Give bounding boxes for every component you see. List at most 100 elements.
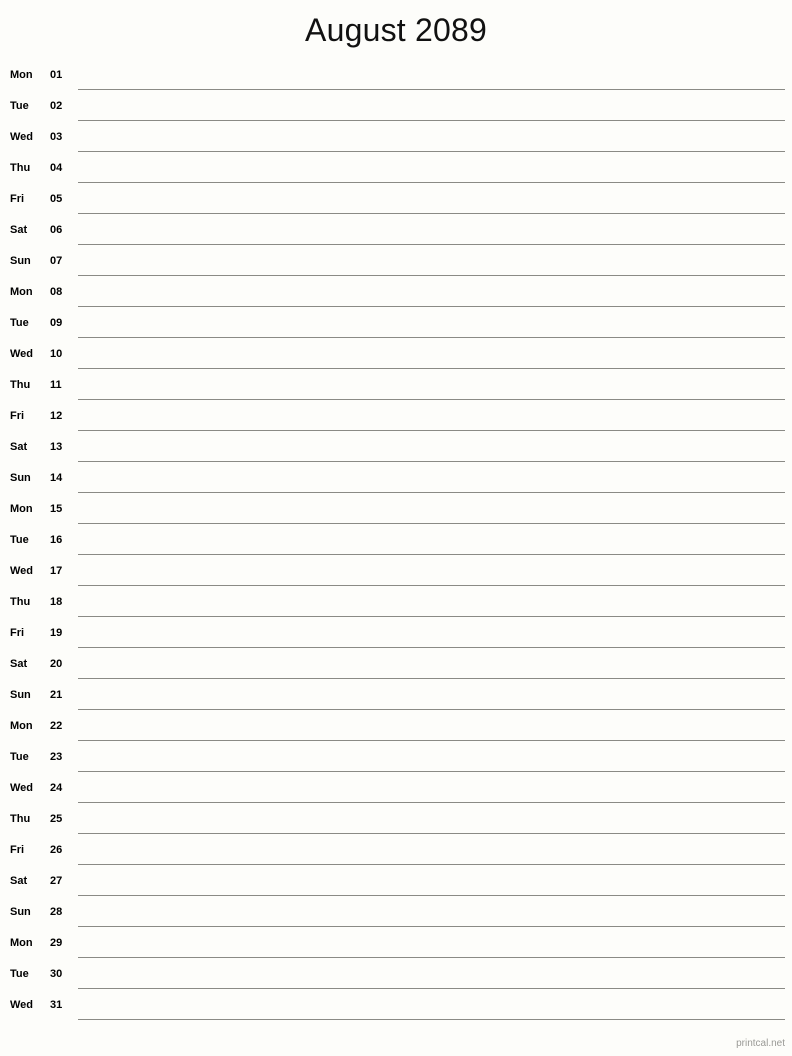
day-writing-line[interactable] (78, 1019, 785, 1020)
day-weekday-label: Wed (10, 348, 34, 360)
day-weekday-label: Mon (10, 937, 33, 949)
day-writing-line[interactable] (78, 802, 785, 803)
day-number-label: 09 (50, 317, 63, 329)
day-weekday-label: Sat (10, 224, 28, 236)
day-weekday-label: Sun (10, 255, 31, 267)
day-writing-line[interactable] (78, 616, 785, 617)
day-row: Thu 25 (0, 804, 792, 835)
day-row: Tue 23 (0, 742, 792, 773)
day-number-label: 31 (50, 999, 63, 1011)
day-writing-line[interactable] (78, 678, 785, 679)
day-weekday-label: Wed (10, 999, 34, 1011)
day-writing-line[interactable] (78, 89, 785, 90)
footer-credit: printcal.net (736, 1038, 785, 1049)
day-number-label: 13 (50, 441, 63, 453)
day-writing-line[interactable] (78, 151, 785, 152)
day-writing-line[interactable] (78, 926, 785, 927)
day-writing-line[interactable] (78, 864, 785, 865)
day-row: Sun 21 (0, 680, 792, 711)
day-writing-line[interactable] (78, 368, 785, 369)
day-number-label: 25 (50, 813, 63, 825)
day-number-label: 12 (50, 410, 63, 422)
day-weekday-label: Sun (10, 906, 31, 918)
day-row: Sat 27 (0, 866, 792, 897)
day-weekday-label: Sun (10, 472, 31, 484)
day-writing-line[interactable] (78, 771, 785, 772)
day-row: Tue 09 (0, 308, 792, 339)
day-row: Fri 19 (0, 618, 792, 649)
day-writing-line[interactable] (78, 337, 785, 338)
day-writing-line[interactable] (78, 709, 785, 710)
day-weekday-label: Wed (10, 565, 34, 577)
day-number-label: 08 (50, 286, 63, 298)
day-number-label: 14 (50, 472, 63, 484)
day-number-label: 21 (50, 689, 63, 701)
day-writing-line[interactable] (78, 182, 785, 183)
day-weekday-label: Wed (10, 131, 34, 143)
day-number-label: 23 (50, 751, 63, 763)
day-weekday-label: Sun (10, 689, 31, 701)
day-row: Sat 13 (0, 432, 792, 463)
day-number-label: 01 (50, 69, 63, 81)
day-weekday-label: Fri (10, 193, 25, 205)
day-weekday-label: Wed (10, 782, 34, 794)
day-writing-line[interactable] (78, 306, 785, 307)
day-writing-line[interactable] (78, 833, 785, 834)
day-number-label: 05 (50, 193, 63, 205)
day-weekday-label: Sat (10, 658, 28, 670)
day-row: Thu 04 (0, 153, 792, 184)
day-weekday-label: Tue (10, 968, 29, 980)
day-row: Mon 22 (0, 711, 792, 742)
day-row: Tue 16 (0, 525, 792, 556)
day-writing-line[interactable] (78, 740, 785, 741)
day-number-label: 18 (50, 596, 63, 608)
day-row: Sun 07 (0, 246, 792, 277)
day-number-label: 30 (50, 968, 63, 980)
day-weekday-label: Thu (10, 379, 31, 391)
day-writing-line[interactable] (78, 554, 785, 555)
day-number-label: 06 (50, 224, 63, 236)
day-number-label: 17 (50, 565, 63, 577)
day-writing-line[interactable] (78, 647, 785, 648)
day-number-label: 20 (50, 658, 63, 670)
day-weekday-label: Fri (10, 627, 25, 639)
day-number-label: 19 (50, 627, 63, 639)
day-number-label: 10 (50, 348, 63, 360)
day-writing-line[interactable] (78, 585, 785, 586)
day-row: Wed 03 (0, 122, 792, 153)
day-writing-line[interactable] (78, 399, 785, 400)
day-weekday-label: Thu (10, 596, 31, 608)
calendar-page: August 2089 Mon 01 Tue 02 Wed 03 Thu 04 Fri 05 Sat… (0, 0, 792, 1056)
day-writing-line[interactable] (78, 523, 785, 524)
day-weekday-label: Tue (10, 100, 29, 112)
day-number-label: 22 (50, 720, 63, 732)
day-writing-line[interactable] (78, 461, 785, 462)
day-row: Tue 30 (0, 959, 792, 990)
day-number-label: 29 (50, 937, 63, 949)
day-writing-line[interactable] (78, 213, 785, 214)
day-weekday-label: Mon (10, 503, 33, 515)
day-writing-line[interactable] (78, 275, 785, 276)
day-weekday-label: Mon (10, 69, 33, 81)
day-row: Mon 01 (0, 60, 792, 91)
day-writing-line[interactable] (78, 120, 785, 121)
day-row: Thu 11 (0, 370, 792, 401)
day-writing-line[interactable] (78, 430, 785, 431)
day-weekday-label: Mon (10, 720, 33, 732)
day-row: Wed 17 (0, 556, 792, 587)
day-writing-line[interactable] (78, 244, 785, 245)
day-weekday-label: Tue (10, 751, 29, 763)
day-weekday-label: Tue (10, 317, 29, 329)
day-number-label: 28 (50, 906, 63, 918)
day-weekday-label: Fri (10, 844, 25, 856)
day-weekday-label: Thu (10, 813, 31, 825)
day-row: Mon 08 (0, 277, 792, 308)
day-row: Fri 12 (0, 401, 792, 432)
day-writing-line[interactable] (78, 492, 785, 493)
day-writing-line[interactable] (78, 988, 785, 989)
day-writing-line[interactable] (78, 957, 785, 958)
day-row: Sat 20 (0, 649, 792, 680)
day-writing-line[interactable] (78, 895, 785, 896)
day-weekday-label: Sat (10, 875, 28, 887)
day-row: Wed 10 (0, 339, 792, 370)
